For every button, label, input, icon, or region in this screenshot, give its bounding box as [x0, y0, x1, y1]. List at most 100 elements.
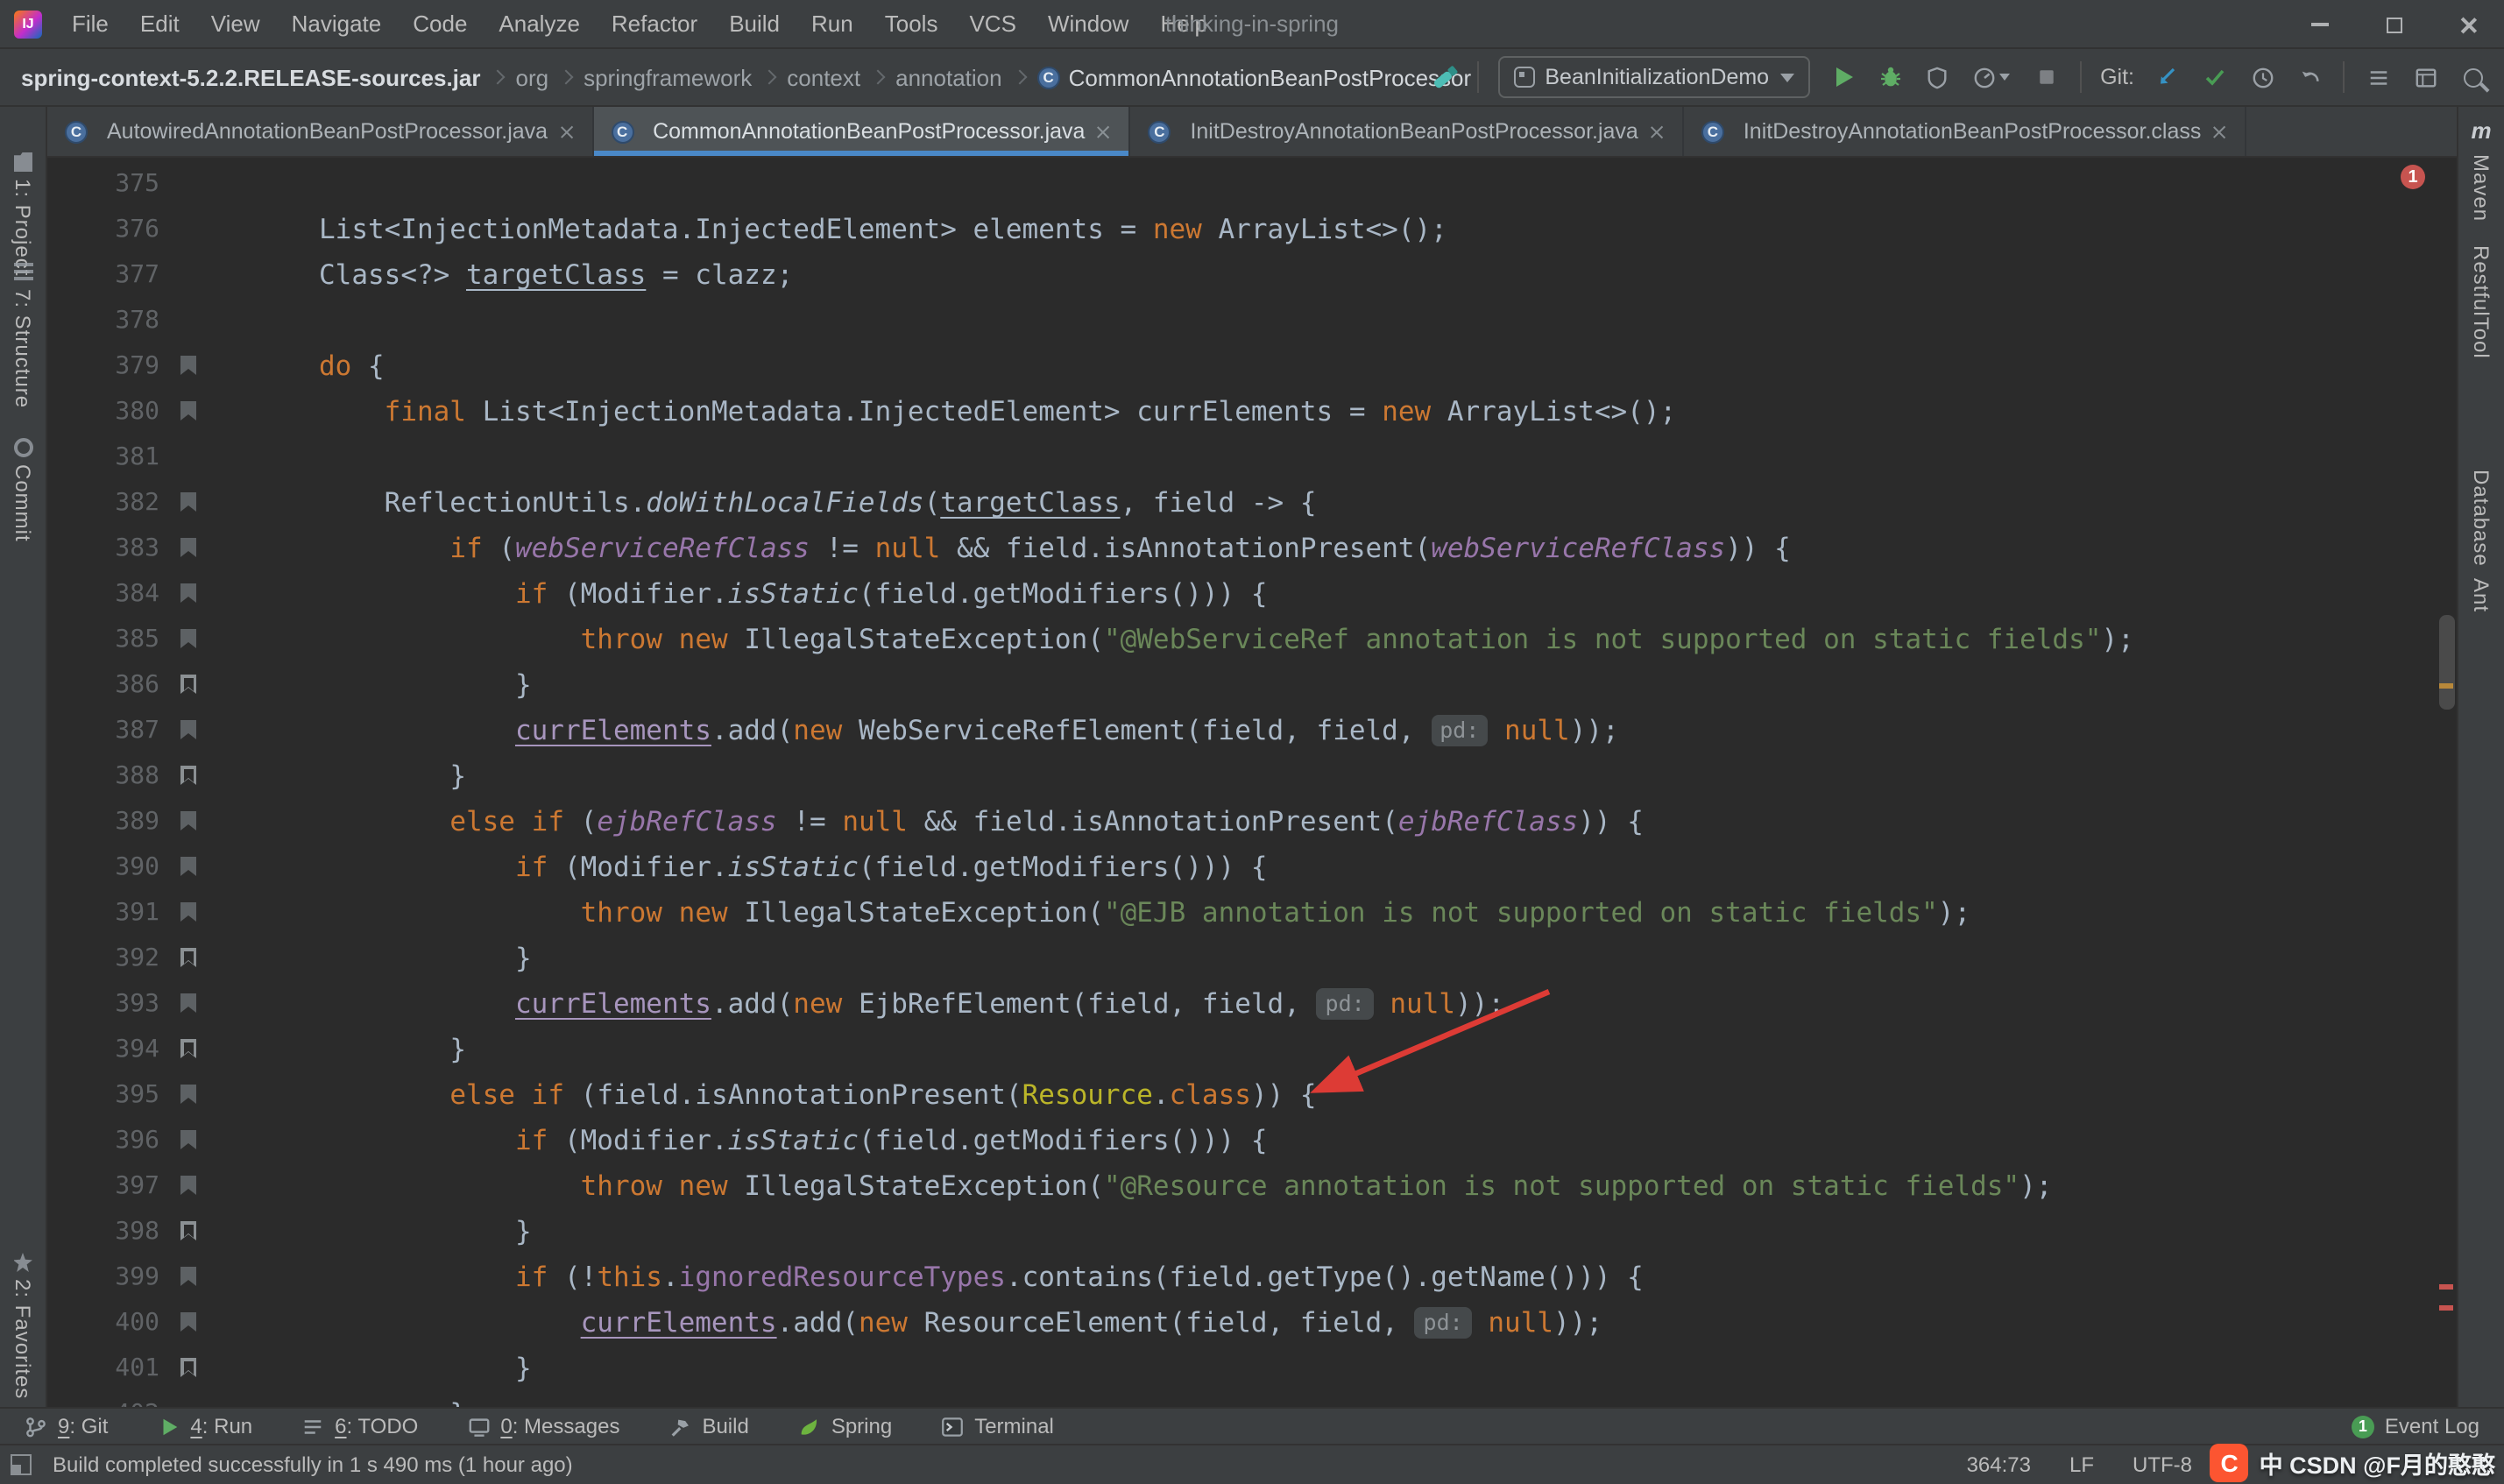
gutter-flag-icon[interactable]	[180, 1130, 196, 1149]
menu-analyze[interactable]: Analyze	[483, 0, 596, 48]
breadcrumb-item[interactable]: org	[516, 64, 549, 90]
gutter-flag-icon[interactable]	[180, 1039, 196, 1058]
code-line[interactable]: 393 currElements.add(new EjbRefElement(f…	[47, 981, 2457, 1027]
breadcrumb-item[interactable]: annotation	[895, 64, 1001, 90]
gutter-flag-icon[interactable]	[180, 948, 196, 967]
maven-logo-icon[interactable]: m	[2458, 117, 2504, 144]
line-number[interactable]: 381	[47, 435, 159, 480]
encoding[interactable]: UTF-8	[2133, 1452, 2192, 1477]
toolwindow-button-spring[interactable]: Spring	[798, 1414, 892, 1438]
editor-tab[interactable]: CInitDestroyAnnotationBeanPostProcessor.…	[1130, 107, 1683, 156]
gutter-flag-icon[interactable]	[180, 583, 196, 603]
gutter-flag-icon[interactable]	[180, 1267, 196, 1286]
code-line[interactable]: 385 throw new IllegalStateException("@We…	[47, 617, 2457, 662]
line-number[interactable]: 390	[47, 844, 159, 890]
caret-position[interactable]: 364:73	[1967, 1452, 2031, 1477]
close-icon[interactable]	[1649, 124, 1665, 139]
stop-button[interactable]	[2032, 63, 2060, 91]
coverage-button[interactable]	[1923, 63, 1951, 91]
code-line[interactable]: 394 }	[47, 1027, 2457, 1072]
line-number[interactable]: 402	[47, 1391, 159, 1407]
gutter-flag-icon[interactable]	[180, 720, 196, 739]
update-project-button[interactable]	[2154, 63, 2182, 91]
code-line[interactable]: 397 throw new IllegalStateException("@Re…	[47, 1163, 2457, 1209]
gutter-flag-icon[interactable]	[180, 993, 196, 1013]
editor-scrollbar[interactable]	[2439, 615, 2455, 710]
code-line[interactable]: 378	[47, 298, 2457, 343]
gutter-flag-icon[interactable]	[180, 857, 196, 876]
line-number[interactable]: 387	[47, 708, 159, 753]
restore-layout-button[interactable]	[2411, 63, 2439, 91]
gutter-flag-icon[interactable]	[180, 1358, 196, 1377]
gutter-flag-icon[interactable]	[180, 675, 196, 694]
gutter-flag-icon[interactable]	[180, 1312, 196, 1332]
line-number[interactable]: 385	[47, 617, 159, 662]
structure-view-button[interactable]	[2364, 63, 2392, 91]
line-number[interactable]: 398	[47, 1209, 159, 1254]
rollback-button[interactable]	[2295, 63, 2324, 91]
scrollbar-error-mark[interactable]	[2439, 1305, 2453, 1311]
close-button[interactable]	[2430, 0, 2504, 49]
gutter-flag-icon[interactable]	[180, 356, 196, 375]
line-number[interactable]: 399	[47, 1254, 159, 1300]
run-button[interactable]	[1828, 63, 1857, 91]
toolwindow-button-run[interactable]: 4: Run	[157, 1414, 252, 1438]
line-number[interactable]: 401	[47, 1346, 159, 1391]
menu-view[interactable]: View	[195, 0, 276, 48]
menu-vcs[interactable]: VCS	[953, 0, 1031, 48]
code-line[interactable]: 383 if (webServiceRefClass != null && fi…	[47, 526, 2457, 571]
breadcrumb-item[interactable]: CommonAnnotationBeanPostProcessor	[1069, 64, 1472, 90]
code-line[interactable]: 380 final List<InjectionMetadata.Injecte…	[47, 389, 2457, 435]
menu-edit[interactable]: Edit	[124, 0, 195, 48]
menu-run[interactable]: Run	[796, 0, 869, 48]
line-number[interactable]: 394	[47, 1027, 159, 1072]
line-number[interactable]: 388	[47, 753, 159, 799]
code-line[interactable]: 390 if (Modifier.isStatic(field.getModif…	[47, 844, 2457, 890]
code-line[interactable]: 402 }	[47, 1391, 2457, 1407]
inspection-error-badge[interactable]: 1	[2401, 165, 2425, 189]
line-number[interactable]: 386	[47, 662, 159, 708]
menu-file[interactable]: File	[56, 0, 124, 48]
close-icon[interactable]	[1095, 124, 1111, 139]
toolwindow-button-git[interactable]: 9: Git	[25, 1414, 108, 1438]
run-configuration-select[interactable]: BeanInitializationDemo	[1497, 56, 1809, 98]
code-line[interactable]: 389 else if (ejbRefClass != null && fiel…	[47, 799, 2457, 844]
line-ending[interactable]: LF	[2069, 1452, 2094, 1477]
gutter-flag-icon[interactable]	[180, 629, 196, 648]
code-line[interactable]: 396 if (Modifier.isStatic(field.getModif…	[47, 1118, 2457, 1163]
code-line[interactable]: 376List<InjectionMetadata.InjectedElemen…	[47, 207, 2457, 252]
history-button[interactable]	[2248, 63, 2276, 91]
line-number[interactable]: 380	[47, 389, 159, 435]
menu-build[interactable]: Build	[713, 0, 796, 48]
stripe-item-ant[interactable]: Ant	[2458, 578, 2504, 612]
code-line[interactable]: 381	[47, 435, 2457, 480]
scrollbar-error-mark[interactable]	[2439, 1284, 2453, 1290]
line-number[interactable]: 397	[47, 1163, 159, 1209]
toolwindow-button-terminal[interactable]: Terminal	[941, 1414, 1054, 1438]
line-number[interactable]: 382	[47, 480, 159, 526]
quick-actions-brush-icon[interactable]	[1429, 63, 1457, 91]
code-line[interactable]: 398 }	[47, 1209, 2457, 1254]
code-line[interactable]: 401 }	[47, 1346, 2457, 1391]
search-everywhere-button[interactable]	[2458, 63, 2486, 91]
line-number[interactable]: 384	[47, 571, 159, 617]
gutter-flag-icon[interactable]	[180, 538, 196, 557]
toolwindow-button-todo[interactable]: 6: TODO	[301, 1414, 418, 1438]
code-line[interactable]: 388 }	[47, 753, 2457, 799]
code-line[interactable]: 399 if (!this.ignoredResourceTypes.conta…	[47, 1254, 2457, 1300]
line-number[interactable]: 391	[47, 890, 159, 936]
code-line[interactable]: 387 currElements.add(new WebServiceRefEl…	[47, 708, 2457, 753]
line-number[interactable]: 392	[47, 936, 159, 981]
toolwindow-button-build[interactable]: Build	[668, 1414, 748, 1438]
gutter-flag-icon[interactable]	[180, 401, 196, 420]
stripe-item-favorites[interactable]: 2: Favorites	[0, 1253, 46, 1399]
menu-navigate[interactable]: Navigate	[276, 0, 398, 48]
menu-code[interactable]: Code	[397, 0, 483, 48]
code-line[interactable]: 392 }	[47, 936, 2457, 981]
gutter-flag-icon[interactable]	[180, 492, 196, 512]
commit-button[interactable]	[2201, 63, 2229, 91]
line-number[interactable]: 376	[47, 207, 159, 252]
toolwindow-toggle-icon[interactable]	[11, 1454, 32, 1475]
line-number[interactable]: 396	[47, 1118, 159, 1163]
code-editor[interactable]: 375376List<InjectionMetadata.InjectedEle…	[47, 158, 2457, 1407]
